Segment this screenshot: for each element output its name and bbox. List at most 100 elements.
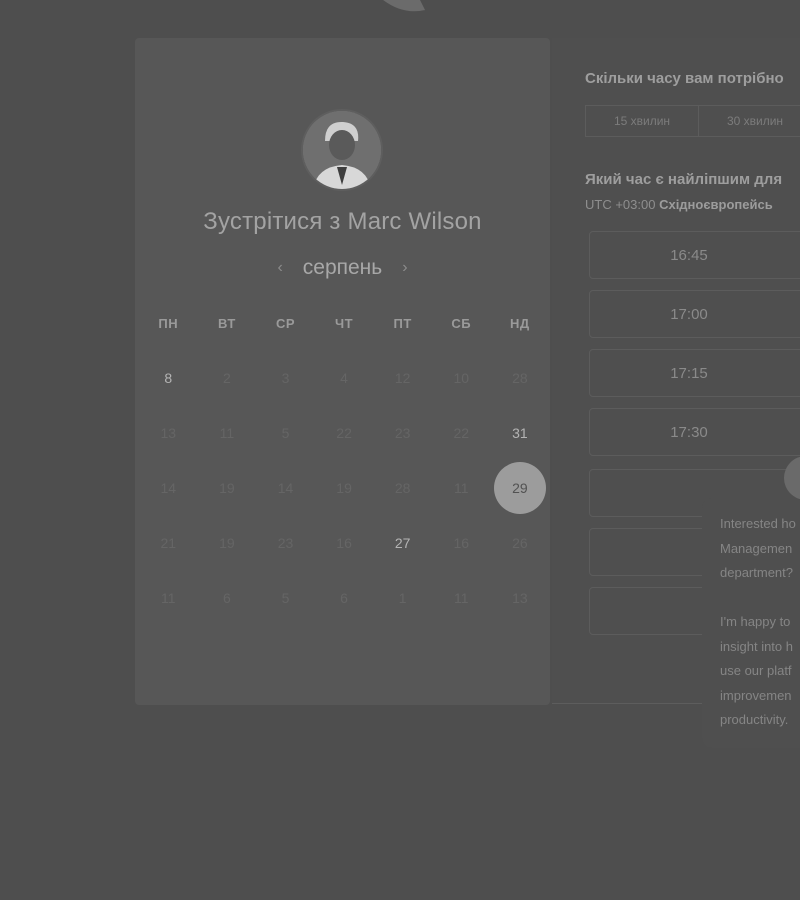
calendar-day[interactable]: 16 (315, 515, 374, 570)
calendar-day[interactable]: 6 (315, 570, 374, 625)
calendar-day-number: 21 (160, 534, 177, 551)
calendar-day[interactable]: 11 (198, 405, 257, 460)
calendar-day-number: 14 (277, 479, 294, 496)
calendar-day-number: 14 (160, 479, 177, 496)
calendar-day[interactable]: 1 (373, 570, 432, 625)
calendar-day-number: 23 (394, 424, 411, 441)
weekday-label: ПН (158, 316, 179, 331)
calendar-day-number: 2 (222, 369, 231, 386)
timezone-label[interactable]: UTC +03:00 Східноєвропейсь (585, 197, 773, 212)
calendar-day[interactable]: 10 (432, 350, 491, 405)
time-slot[interactable]: 17:00 (589, 290, 800, 338)
chat-bubble-logo-icon (383, 0, 430, 20)
chat-popup[interactable]: Interested ho Managemen department? I'm … (702, 498, 800, 748)
calendar-day-number: 11 (453, 589, 469, 606)
calendar-day-number: 23 (277, 534, 294, 551)
calendar-day[interactable]: 5 (256, 405, 315, 460)
month-navigation: ‹ серпень › (135, 256, 550, 280)
calendar-day-number: 5 (281, 589, 290, 606)
time-slot[interactable]: 17:15 (589, 349, 800, 397)
duration-option-30[interactable]: 30 хвилин (698, 105, 800, 137)
weekday-label: ПТ (393, 316, 412, 331)
calendar-day-number: 6 (222, 589, 231, 606)
calendar-day-number: 22 (336, 424, 352, 441)
calendar-day[interactable]: 12 (373, 350, 432, 405)
meeting-title: Зустрітися з Marc Wilson (203, 208, 482, 235)
calendar-day[interactable]: 14 (139, 460, 198, 515)
calendar-day[interactable]: 26 (491, 515, 550, 570)
calendar-day[interactable]: 14 (256, 460, 315, 515)
calendar-day[interactable]: 19 (315, 460, 374, 515)
calendar-day-number: 11 (453, 479, 469, 496)
duration-tabs: 15 хвилин 30 хвилин (585, 105, 800, 137)
calendar-day[interactable]: 22 (315, 405, 374, 460)
calendar-day[interactable]: 2 (198, 350, 257, 405)
calendar-day-number: 28 (394, 479, 411, 496)
calendar-day-number: 28 (512, 369, 528, 386)
calendar-day[interactable]: 13 (491, 570, 550, 625)
calendar-day-number: 16 (336, 534, 352, 551)
time-question: Який час є найліпшим для (585, 171, 783, 188)
calendar-day[interactable]: 8 (139, 350, 198, 405)
chevron-right-icon[interactable]: › (398, 259, 411, 277)
calendar-day-number: 16 (453, 534, 470, 551)
weekday-header: ПН ВТ СР ЧТ ПТ СБ НД (139, 316, 549, 331)
time-slot[interactable]: 17:30 (589, 408, 800, 456)
month-label: серпень (302, 256, 383, 279)
calendar-day[interactable]: 4 (315, 350, 374, 405)
calendar-day-number: 27 (394, 534, 411, 551)
calendar-day-number: 8 (164, 369, 173, 386)
calendar-day-number: 26 (512, 534, 528, 551)
calendar-day[interactable]: 3 (256, 350, 315, 405)
weekday-label: НД (510, 316, 530, 331)
calendar-day[interactable]: 5 (256, 570, 315, 625)
calendar-day[interactable]: 11 (139, 570, 198, 625)
calendar-day-number: 5 (281, 424, 290, 441)
time-slot[interactable]: 16:45 (589, 231, 800, 279)
calendar-day[interactable]: 11 (432, 570, 491, 625)
calendar-day-number: 11 (219, 424, 235, 441)
weekday-label: СБ (451, 316, 472, 331)
calendar-day[interactable]: 28 (491, 350, 550, 405)
chat-message: Interested ho Managemen department? I'm … (720, 516, 796, 727)
calendar-day[interactable]: 11 (432, 460, 491, 515)
calendar-day[interactable]: 23 (256, 515, 315, 570)
chevron-left-icon[interactable]: ‹ (273, 259, 286, 277)
calendar-day[interactable]: 16 (432, 515, 491, 570)
calendar-day-number: 13 (160, 424, 177, 441)
weekday-label: ЧТ (335, 316, 354, 331)
weekday-label: СР (275, 316, 296, 331)
calendar-day-number: 13 (512, 589, 528, 606)
calendar-day-number: 4 (340, 369, 348, 386)
calendar-day[interactable]: 28 (373, 460, 432, 515)
calendar-day[interactable]: 22 (432, 405, 491, 460)
calendar-day[interactable]: 13 (139, 405, 198, 460)
calendar-day[interactable]: 6 (198, 570, 257, 625)
calendar-day[interactable]: 31 (491, 405, 550, 460)
timezone-name: Східноєвропейсь (659, 197, 773, 212)
calendar-day-number: 31 (512, 424, 528, 441)
calendar-days-grid: 8 2 3 4 12 10 28 13 11 5 22 23 22 31 14 19 14 19 28 11 29 21 1… (139, 350, 549, 625)
calendar-day-number: 12 (394, 369, 411, 386)
duration-option-15[interactable]: 15 хвилин (585, 105, 699, 137)
calendar-day[interactable]: 23 (373, 405, 432, 460)
calendar-day-number: 19 (219, 534, 235, 551)
calendar-day[interactable]: 29 (491, 460, 550, 515)
brand-logo (350, 0, 670, 20)
calendar-day[interactable]: 27 (373, 515, 432, 570)
calendar-day-number: 10 (453, 369, 470, 386)
host-avatar (303, 111, 381, 189)
calendar-day-number: 6 (340, 589, 348, 606)
calendar-card: Зустрітися з Marc Wilson ‹ серпень › ПН … (135, 38, 550, 705)
calendar-day-number: 19 (219, 479, 235, 496)
timezone-offset: UTC +03:00 (585, 197, 656, 212)
calendar-day[interactable]: 21 (139, 515, 198, 570)
calendar-day-number: 19 (336, 479, 352, 496)
calendar-day-number: 3 (281, 369, 290, 386)
calendar-day-number: 29 (493, 461, 546, 514)
calendar-day[interactable]: 19 (198, 515, 257, 570)
calendar-day-number: 1 (398, 589, 407, 606)
calendar-day[interactable]: 19 (198, 460, 257, 515)
calendar-day-number: 11 (161, 589, 176, 606)
duration-question: Скільки часу вам потрібно (585, 70, 784, 87)
